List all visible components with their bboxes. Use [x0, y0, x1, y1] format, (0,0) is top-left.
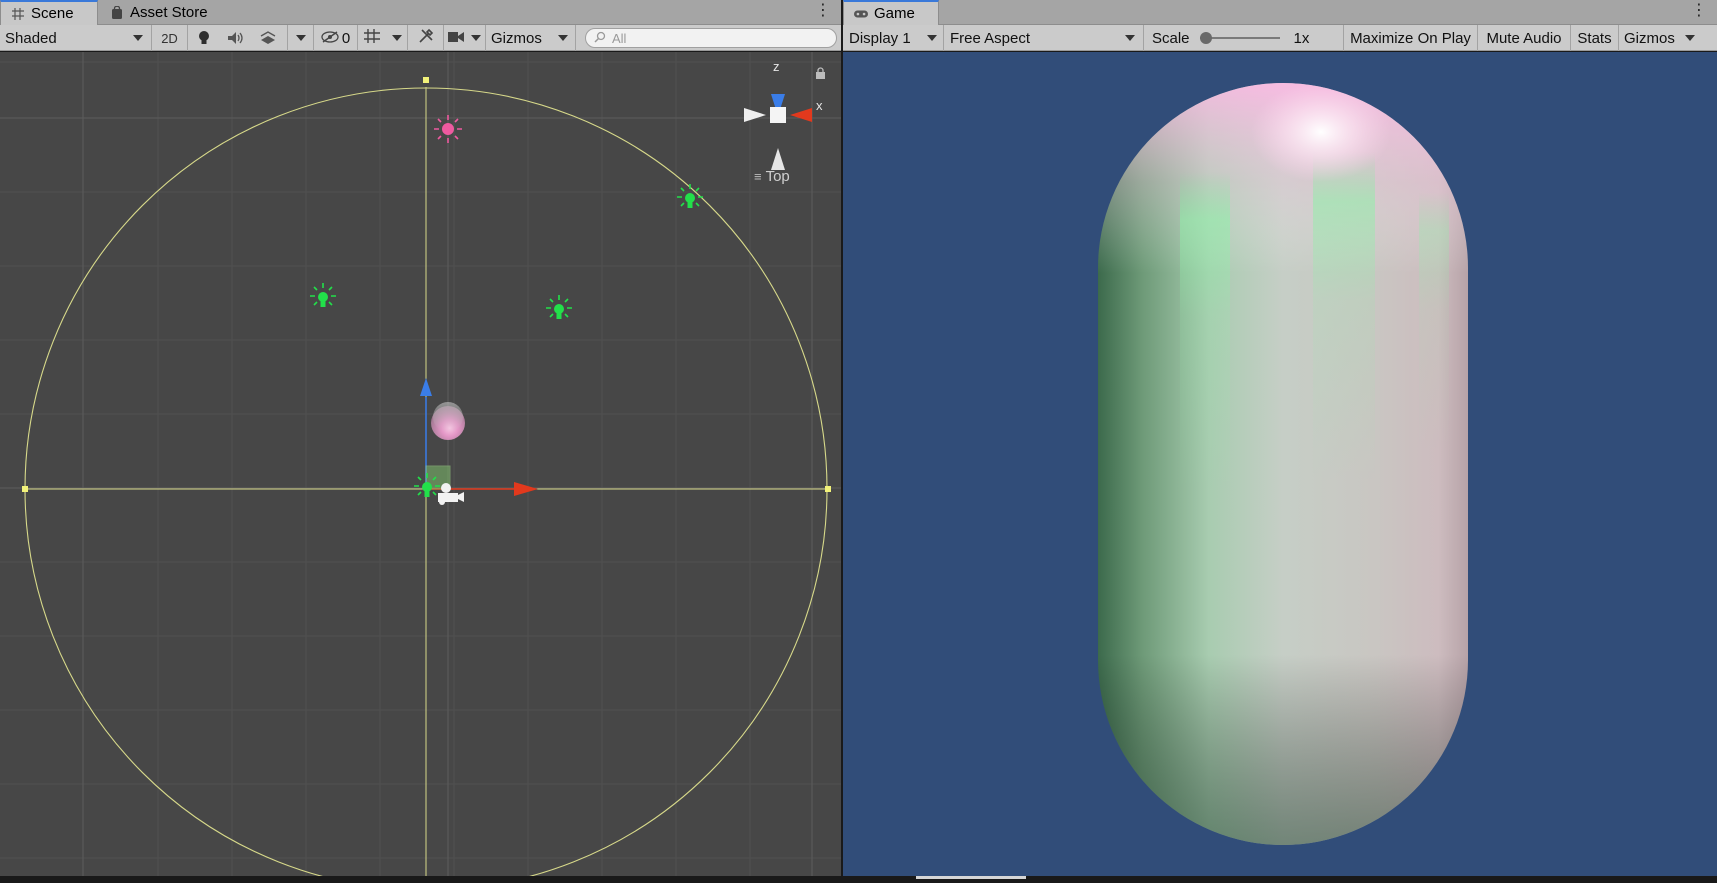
scale-slider-thumb[interactable] [1199, 32, 1212, 44]
grid-toggle[interactable] [358, 25, 408, 51]
chevron-down-icon [1125, 35, 1135, 41]
grid-snap-icon [363, 28, 381, 48]
scale-label: Scale [1152, 29, 1190, 47]
effects-toggle-icon[interactable] [252, 31, 284, 45]
scene-toggle-group [188, 25, 288, 51]
chevron-down-icon [133, 35, 143, 41]
draw-mode-label: Shaded [5, 29, 57, 47]
game-panel-menu-icon[interactable]: ⋮ [1691, 3, 1707, 19]
scene-gizmos-label: Gizmos [491, 29, 542, 47]
maximize-on-play-label: Maximize On Play [1350, 29, 1471, 47]
wrench-icon [418, 28, 434, 48]
scene-grid [0, 52, 841, 876]
chevron-down-icon [1684, 35, 1695, 41]
scene-grid-major [0, 52, 841, 876]
bottom-status-strip [0, 876, 1717, 883]
tab-asset-store[interactable]: Asset Store [100, 0, 218, 25]
gizmo-axis-x [790, 108, 812, 122]
tab-scene-label: Scene [31, 5, 74, 22]
pink-light-icon [434, 115, 462, 143]
game-toolbar: Display 1 Free Aspect Scale 1x Maximize … [843, 25, 1717, 51]
tools-toggle[interactable] [408, 25, 444, 51]
tab-game-label: Game [874, 5, 915, 22]
scale-control: Scale 1x [1144, 25, 1344, 51]
display-dropdown[interactable]: Display 1 [843, 25, 944, 51]
scene-panel-menu-icon[interactable]: ⋮ [815, 3, 831, 19]
capsule-object [1098, 83, 1468, 845]
gizmo-axis-x-label: x [816, 98, 823, 113]
aspect-dropdown[interactable]: Free Aspect [944, 25, 1144, 51]
scene-tabbar: Scene Asset Store ⋮ [0, 0, 841, 25]
search-placeholder: All [612, 30, 627, 46]
view-orientation-text: Top [765, 168, 790, 185]
scene-search-input[interactable]: All [585, 28, 837, 48]
game-gizmos-label: Gizmos [1624, 29, 1675, 47]
hidden-count: 0 [341, 29, 351, 47]
range-handle-top [423, 77, 429, 83]
chevron-down-icon [295, 35, 306, 41]
mute-audio-label: Mute Audio [1486, 29, 1562, 47]
range-handle-left [22, 486, 28, 492]
scene-toolbar: Shaded 2D 0 Gizmos All [0, 25, 841, 51]
game-gizmos-dropdown[interactable]: Gizmos [1619, 25, 1717, 51]
transform-gizmo [420, 378, 538, 496]
search-icon [594, 31, 606, 46]
video-camera-icon [447, 30, 464, 47]
gizmo-axis-z-label: z [773, 59, 780, 74]
game-viewport[interactable] [843, 52, 1717, 876]
stats-label: Stats [1577, 29, 1612, 47]
chevron-down-icon [471, 35, 482, 41]
camera-object-icon [438, 483, 464, 505]
view-orientation-label[interactable]: ≡ Top [754, 168, 790, 185]
scene-gizmos-dropdown[interactable]: Gizmos [486, 25, 576, 51]
bottom-tab-indicator[interactable] [916, 876, 1026, 879]
maximize-on-play-toggle[interactable]: Maximize On Play [1344, 25, 1478, 51]
range-handle-right [825, 486, 831, 492]
display-label: Display 1 [849, 29, 911, 47]
scale-value: 1x [1293, 29, 1310, 47]
aspect-label: Free Aspect [950, 29, 1031, 47]
green-light-icon [546, 295, 572, 319]
scene-viewport[interactable]: z x ≡ Top [0, 52, 841, 876]
draw-mode-dropdown[interactable]: Shaded [0, 25, 152, 51]
effects-dropdown[interactable] [288, 25, 314, 51]
scale-slider[interactable] [1199, 31, 1280, 45]
camera-settings-dropdown[interactable] [444, 25, 486, 51]
chevron-down-icon [558, 35, 568, 41]
gizmo-center-cube [770, 107, 786, 123]
audio-toggle-icon[interactable] [220, 31, 252, 45]
lock-icon [816, 67, 825, 79]
mute-audio-toggle[interactable]: Mute Audio [1478, 25, 1571, 51]
shopping-bag-icon [110, 6, 124, 20]
scene-panel: Scene Asset Store ⋮ Shaded 2D 0 Gizmos A… [0, 0, 841, 876]
hidden-objects-toggle[interactable]: 0 [314, 25, 358, 51]
grid-icon [11, 7, 25, 21]
orientation-gizmo [744, 94, 812, 170]
tab-asset-store-label: Asset Store [130, 4, 208, 21]
chevron-down-icon [927, 35, 937, 41]
tab-scene[interactable]: Scene [0, 0, 98, 25]
chevron-down-icon [391, 35, 402, 41]
gamepad-icon [854, 7, 868, 21]
toggle-2d-label: 2D [161, 30, 178, 46]
green-light-icon [310, 283, 336, 307]
tab-game[interactable]: Game [843, 0, 939, 25]
toggle-2d-button[interactable]: 2D [152, 25, 188, 51]
game-panel: Game ⋮ Display 1 Free Aspect Scale 1x Ma… [843, 0, 1717, 876]
eye-slash-icon [321, 30, 339, 47]
stats-toggle[interactable]: Stats [1571, 25, 1619, 51]
game-tabbar: Game ⋮ [843, 0, 1717, 25]
lighting-toggle-icon[interactable] [188, 30, 220, 46]
hamburger-icon: ≡ [754, 169, 762, 184]
